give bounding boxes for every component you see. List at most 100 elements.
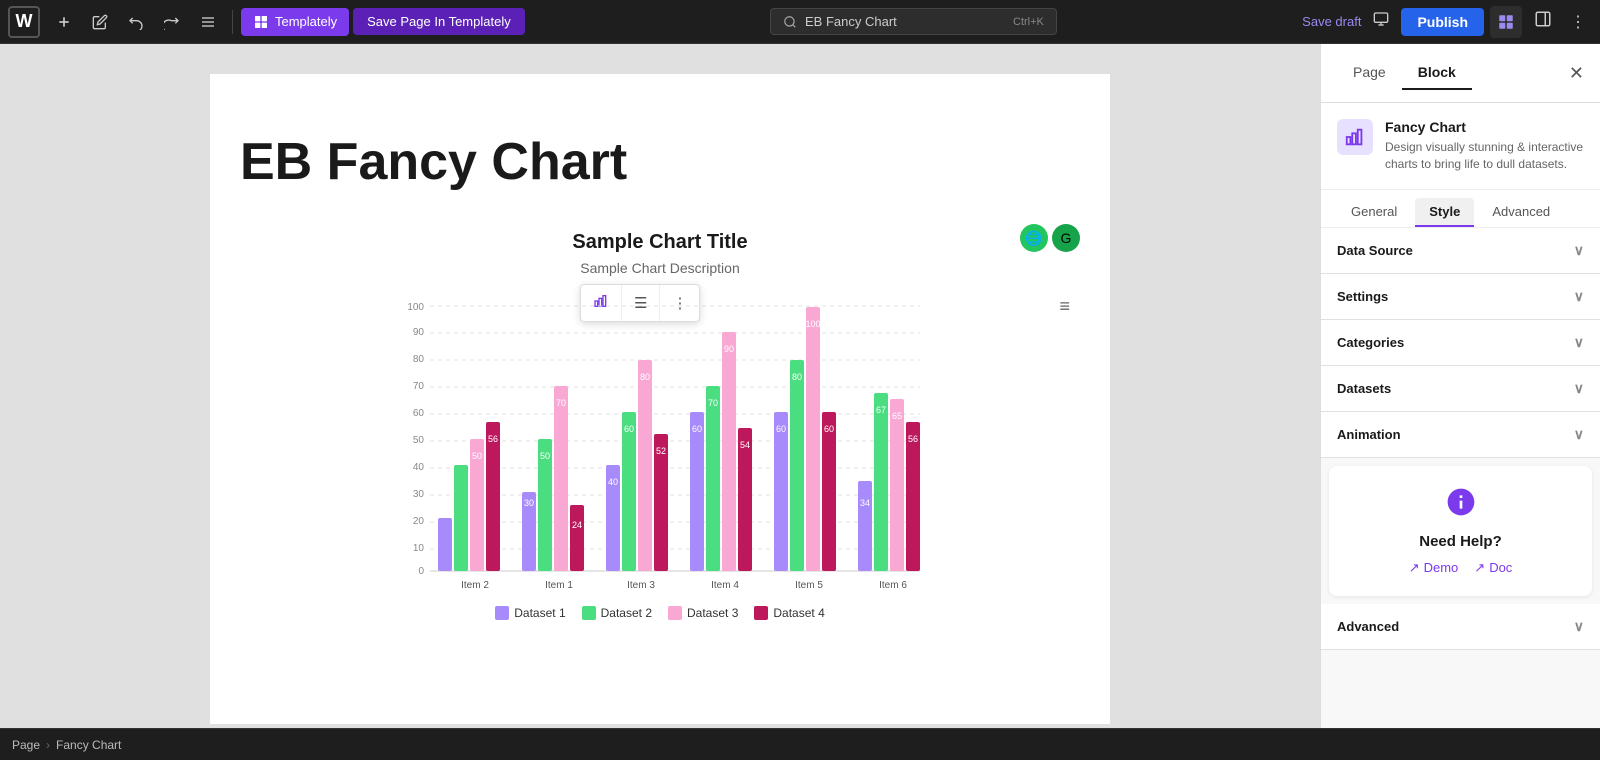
svg-text:10: 10: [413, 543, 425, 554]
accordion-advanced-label: Advanced: [1337, 619, 1399, 634]
svg-text:Item 5: Item 5: [795, 580, 823, 591]
legend-dataset2: Dataset 2: [582, 606, 652, 620]
svg-text:Item 1: Item 1: [545, 580, 573, 591]
svg-text:Item 3: Item 3: [627, 580, 655, 591]
search-input[interactable]: [805, 14, 1005, 29]
accordion-categories-header[interactable]: Categories ∨: [1321, 320, 1600, 365]
breadcrumb-block[interactable]: Fancy Chart: [56, 738, 121, 752]
tab-page[interactable]: Page: [1337, 56, 1402, 90]
legend-color-2: [582, 606, 596, 620]
sub-tab-general[interactable]: General: [1337, 198, 1411, 227]
doc-label: Doc: [1489, 560, 1512, 575]
svg-text:60: 60: [776, 424, 786, 434]
svg-text:90: 90: [413, 327, 425, 338]
chart-legend: Dataset 1 Dataset 2 Dataset 3 Dataset 4: [240, 606, 1080, 620]
more-options-button[interactable]: ⋮: [1564, 6, 1592, 38]
svg-text:67: 67: [876, 405, 886, 415]
need-help-links: ↗ Demo ↗ Doc: [1345, 560, 1576, 576]
search-shortcut: Ctrl+K: [1013, 16, 1044, 28]
divider-1: [232, 10, 233, 34]
preview-button[interactable]: [1367, 5, 1395, 38]
svg-text:34: 34: [860, 498, 870, 508]
accordion-advanced-header[interactable]: Advanced ∨: [1321, 604, 1600, 649]
need-help-icon: [1345, 486, 1576, 525]
breadcrumb-page[interactable]: Page: [12, 738, 40, 752]
sub-tab-advanced[interactable]: Advanced: [1478, 198, 1564, 227]
accordion-animation-header[interactable]: Animation ∨: [1321, 412, 1600, 457]
doc-icon: ↗: [1474, 560, 1485, 576]
demo-link[interactable]: ↗ Demo: [1409, 560, 1459, 576]
svg-text:52: 52: [656, 446, 666, 456]
svg-text:Item 4: Item 4: [711, 580, 739, 591]
svg-text:80: 80: [640, 372, 650, 382]
svg-text:40: 40: [413, 462, 425, 473]
accordion-animation: Animation ∨: [1321, 412, 1600, 458]
legend-label-4: Dataset 4: [773, 606, 824, 620]
user-profile-button[interactable]: [1490, 6, 1522, 38]
tab-block[interactable]: Block: [1402, 56, 1472, 90]
accordion-data-source-header[interactable]: Data Source ∨: [1321, 228, 1600, 273]
svg-text:60: 60: [824, 424, 834, 434]
svg-text:20: 20: [440, 506, 450, 516]
panel-scroll: Data Source ∨ Settings ∨ Categories ∨ Da…: [1321, 228, 1600, 728]
page-title: EB Fancy Chart: [240, 134, 1080, 191]
svg-text:90: 90: [724, 344, 734, 354]
add-block-button[interactable]: [48, 8, 80, 36]
templately-label: Templately: [275, 14, 337, 29]
svg-text:70: 70: [708, 398, 718, 408]
accordion-settings-chevron: ∨: [1574, 288, 1584, 305]
publish-button[interactable]: Publish: [1401, 8, 1484, 36]
right-panel: Page Block ✕ Fancy Chart Design visually…: [1320, 44, 1600, 728]
need-help-title: Need Help?: [1345, 533, 1576, 550]
chart-svg: 0 10 20 30 40 50 60 70 80 90 100 20: [380, 296, 940, 596]
legend-dataset4: Dataset 4: [754, 606, 824, 620]
accordion-settings-label: Settings: [1337, 289, 1388, 304]
templately-button[interactable]: Templately: [241, 8, 349, 36]
svg-text:24: 24: [572, 520, 582, 530]
accordion-categories-label: Categories: [1337, 335, 1404, 350]
need-help-section: Need Help? ↗ Demo ↗ Doc: [1329, 466, 1592, 596]
canvas-area: ☰ ⋮ 🌐 G EB Fancy Chart Sample Chart Titl…: [0, 44, 1320, 728]
svg-text:60: 60: [692, 424, 702, 434]
chart-title: Sample Chart Title: [240, 231, 1080, 254]
panel-tabs: Page Block: [1337, 56, 1472, 90]
wp-logo[interactable]: W: [8, 6, 40, 38]
legend-color-1: [495, 606, 509, 620]
redo-button[interactable]: [156, 8, 188, 36]
undo-button[interactable]: [120, 8, 152, 36]
legend-label-2: Dataset 2: [601, 606, 652, 620]
svg-text:70: 70: [556, 398, 566, 408]
svg-text:50: 50: [413, 435, 425, 446]
save-templately-button[interactable]: Save Page In Templately: [353, 8, 525, 35]
accordion-datasets-header[interactable]: Datasets ∨: [1321, 366, 1600, 411]
sidebar-toggle-button[interactable]: [1528, 4, 1558, 39]
main-toolbar: W Templately Save Page In Templately Ctr…: [0, 0, 1600, 44]
main-layout: ☰ ⋮ 🌐 G EB Fancy Chart Sample Chart Titl…: [0, 44, 1600, 728]
accordion-datasets: Datasets ∨: [1321, 366, 1600, 412]
svg-text:50: 50: [472, 451, 482, 461]
svg-text:40: 40: [456, 453, 466, 463]
accordion-categories-chevron: ∨: [1574, 334, 1584, 351]
toolbar-right: Save draft Publish ⋮: [1302, 4, 1592, 39]
chart-menu-icon[interactable]: ≡: [1059, 296, 1070, 317]
svg-text:50: 50: [540, 451, 550, 461]
save-draft-button[interactable]: Save draft: [1302, 14, 1361, 29]
accordion-advanced: Advanced ∨: [1321, 604, 1600, 650]
accordion-datasets-chevron: ∨: [1574, 380, 1584, 397]
accordion-settings-header[interactable]: Settings ∨: [1321, 274, 1600, 319]
accordion-data-source: Data Source ∨: [1321, 228, 1600, 274]
accordion-datasets-label: Datasets: [1337, 381, 1391, 396]
panel-header: Page Block ✕: [1321, 44, 1600, 103]
bottom-bar: Page › Fancy Chart: [0, 728, 1600, 760]
svg-text:100: 100: [407, 302, 424, 313]
svg-text:0: 0: [418, 566, 424, 577]
accordion-data-source-label: Data Source: [1337, 243, 1413, 258]
legend-color-4: [754, 606, 768, 620]
list-view-button[interactable]: [192, 8, 224, 36]
svg-text:56: 56: [908, 434, 918, 444]
panel-close-button[interactable]: ✕: [1569, 63, 1584, 84]
sub-tab-style[interactable]: Style: [1415, 198, 1474, 227]
legend-dataset3: Dataset 3: [668, 606, 738, 620]
doc-link[interactable]: ↗ Doc: [1474, 560, 1512, 576]
edit-button[interactable]: [84, 8, 116, 36]
